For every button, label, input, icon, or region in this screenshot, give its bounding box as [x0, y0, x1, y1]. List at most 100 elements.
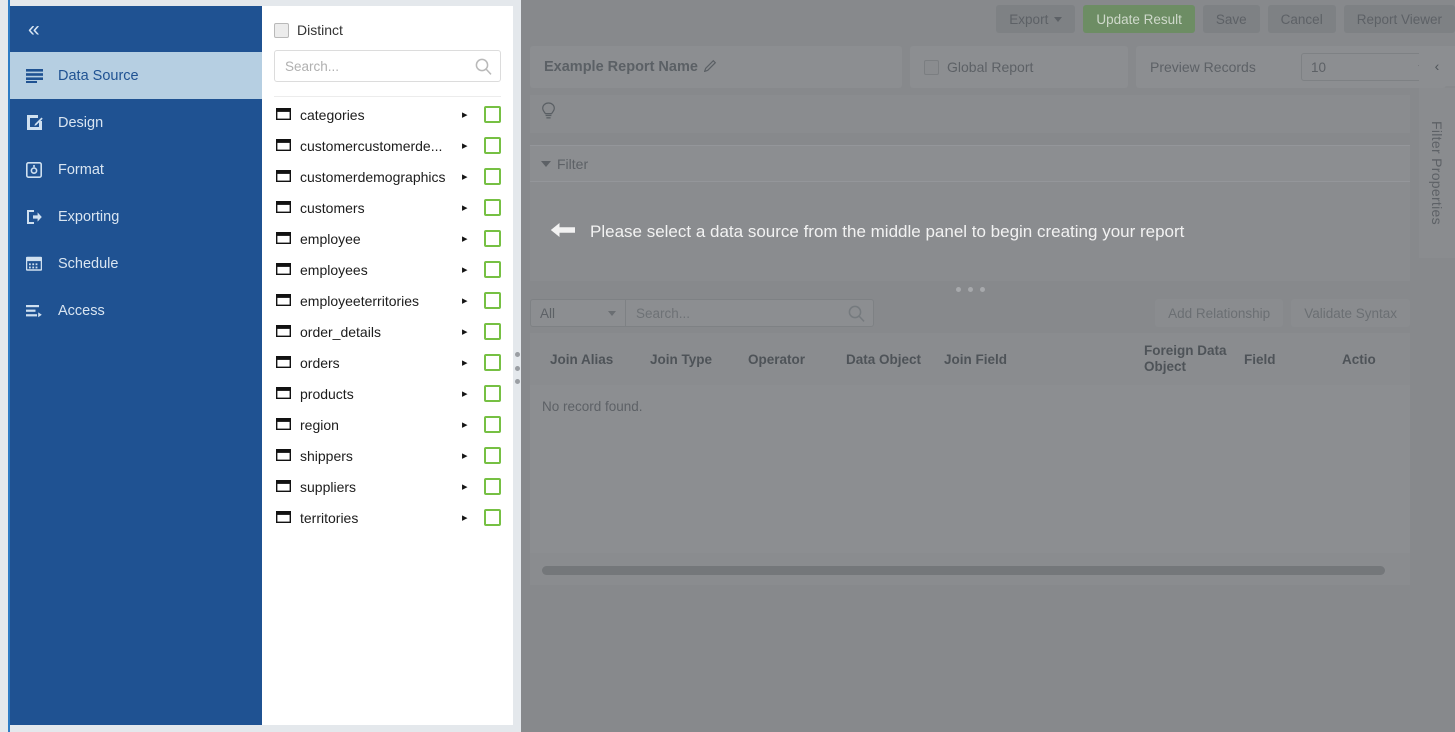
list-item[interactable]: customers ▸ — [262, 192, 513, 223]
expand-arrow-icon[interactable]: ▸ — [458, 139, 484, 152]
list-item[interactable]: employee ▸ — [262, 223, 513, 254]
filter-properties-label: Filter Properties — [1429, 121, 1445, 225]
sidebar-collapse-button[interactable]: « — [10, 6, 262, 52]
list-item[interactable]: region ▸ — [262, 409, 513, 440]
expand-arrow-icon[interactable]: ▸ — [458, 511, 484, 524]
relationship-search-input[interactable] — [626, 300, 873, 326]
cancel-label: Cancel — [1280, 11, 1323, 27]
table-select-checkbox[interactable] — [484, 168, 501, 185]
expand-arrow-icon[interactable]: ▸ — [458, 232, 484, 245]
global-report-field[interactable]: Global Report — [910, 46, 1128, 88]
table-icon — [275, 169, 298, 185]
expand-arrow-icon[interactable]: ▸ — [458, 170, 484, 183]
expand-arrow-icon[interactable]: ▸ — [458, 108, 484, 121]
update-result-button[interactable]: Update Result — [1083, 5, 1195, 33]
add-relationship-button[interactable]: Add Relationship — [1155, 299, 1284, 327]
list-item[interactable]: suppliers ▸ — [262, 471, 513, 502]
sidebar-item-schedule[interactable]: Schedule — [10, 240, 262, 287]
sidebar-item-label: Design — [58, 114, 104, 131]
list-item[interactable]: employeeterritories ▸ — [262, 285, 513, 316]
validate-syntax-button[interactable]: Validate Syntax — [1291, 299, 1410, 327]
list-item[interactable]: customerdemographics ▸ — [262, 161, 513, 192]
table-name: customers — [300, 199, 365, 216]
table-select-checkbox[interactable] — [484, 509, 501, 526]
report-viewer-button[interactable]: Report Viewer — [1343, 5, 1455, 33]
expand-arrow-icon[interactable]: ▸ — [458, 325, 484, 338]
table-icon — [275, 479, 298, 495]
sidebar-item-data-source[interactable]: Data Source — [10, 52, 262, 99]
list-item[interactable]: shippers ▸ — [262, 440, 513, 471]
relationship-scope-value: All — [540, 305, 556, 321]
list-item[interactable]: categories ▸ — [262, 99, 513, 130]
table-name: territories — [300, 509, 359, 526]
save-button[interactable]: Save — [1202, 5, 1260, 33]
report-workspace: Export Update Result Save Cancel Report … — [521, 0, 1455, 732]
preview-records-value: 10 — [1311, 59, 1327, 75]
filter-label: Filter — [557, 155, 589, 172]
preview-records-select[interactable]: 10 — [1301, 53, 1436, 81]
expand-arrow-icon[interactable]: ▸ — [458, 356, 484, 369]
pencil-icon[interactable] — [703, 59, 717, 75]
distinct-checkbox[interactable] — [274, 22, 289, 38]
table-name: products — [300, 385, 354, 402]
cancel-button[interactable]: Cancel — [1267, 5, 1336, 33]
relationship-search[interactable] — [626, 299, 874, 327]
sidebar-item-exporting[interactable]: Exporting — [10, 193, 262, 240]
list-item[interactable]: orders ▸ — [262, 347, 513, 378]
table-icon — [275, 293, 298, 309]
relationship-scope-select[interactable]: All — [530, 299, 626, 327]
sidebar-item-format[interactable]: Format — [10, 146, 262, 193]
filter-properties-collapse-button[interactable]: ‹ — [1419, 46, 1455, 86]
table-select-checkbox[interactable] — [484, 292, 501, 309]
table-select-checkbox[interactable] — [484, 230, 501, 247]
lightbulb-icon[interactable] — [541, 102, 556, 126]
empty-state-message: Please select a data source from the mid… — [530, 182, 1410, 281]
add-relationship-label: Add Relationship — [1168, 305, 1271, 321]
list-item[interactable]: order_details ▸ — [262, 316, 513, 347]
sidebar-item-access[interactable]: Access — [10, 287, 262, 334]
filter-properties-tab[interactable]: Filter Properties — [1419, 88, 1455, 258]
expand-arrow-icon[interactable]: ▸ — [458, 294, 484, 307]
sidebar-item-label: Data Source — [58, 67, 139, 84]
splitter-grip[interactable] — [514, 350, 520, 386]
table-select-checkbox[interactable] — [484, 416, 501, 433]
list-item[interactable]: employees ▸ — [262, 254, 513, 285]
expand-arrow-icon[interactable]: ▸ — [458, 449, 484, 462]
chevron-down-icon — [541, 160, 551, 167]
table-select-checkbox[interactable] — [484, 199, 501, 216]
table-column-header: Foreign Data Object — [1144, 342, 1227, 374]
table-select-checkbox[interactable] — [484, 261, 501, 278]
search-input[interactable] — [275, 51, 500, 81]
empty-state-text: Please select a data source from the mid… — [590, 221, 1185, 241]
table-select-checkbox[interactable] — [484, 106, 501, 123]
table-select-checkbox[interactable] — [484, 137, 501, 154]
expand-arrow-icon[interactable]: ▸ — [458, 480, 484, 493]
expand-arrow-icon[interactable]: ▸ — [458, 263, 484, 276]
format-gear-icon — [26, 161, 52, 178]
list-item[interactable]: customercustomerde... ▸ — [262, 130, 513, 161]
list-item[interactable]: territories ▸ — [262, 502, 513, 533]
list-item[interactable]: products ▸ — [262, 378, 513, 409]
grip-dot — [514, 352, 520, 357]
horizontal-scrollbar[interactable] — [542, 566, 1385, 575]
app-root: « Data Source Design Format Exporting Sc… — [0, 0, 1455, 732]
report-settings-row: Example Report Name Global Report Previe… — [530, 46, 1446, 88]
expand-arrow-icon[interactable]: ▸ — [458, 387, 484, 400]
global-report-checkbox[interactable] — [924, 59, 939, 75]
expand-arrow-icon[interactable]: ▸ — [458, 201, 484, 214]
table-name: categories — [300, 106, 365, 123]
table-select-checkbox[interactable] — [484, 385, 501, 402]
expand-arrow-icon[interactable]: ▸ — [458, 418, 484, 431]
export-button[interactable]: Export — [996, 5, 1076, 33]
sidebar-item-design[interactable]: Design — [10, 99, 262, 146]
table-select-checkbox[interactable] — [484, 323, 501, 340]
table-icon — [275, 231, 298, 247]
table-select-checkbox[interactable] — [484, 447, 501, 464]
report-name-field[interactable]: Example Report Name — [530, 46, 902, 88]
table-select-checkbox[interactable] — [484, 354, 501, 371]
data-source-search[interactable] — [274, 50, 501, 82]
filter-section-header[interactable]: Filter — [530, 145, 1410, 182]
relationship-toolbar: All Add Relationship — [530, 293, 1410, 333]
pane-resize-dots[interactable] — [956, 287, 985, 292]
table-select-checkbox[interactable] — [484, 478, 501, 495]
